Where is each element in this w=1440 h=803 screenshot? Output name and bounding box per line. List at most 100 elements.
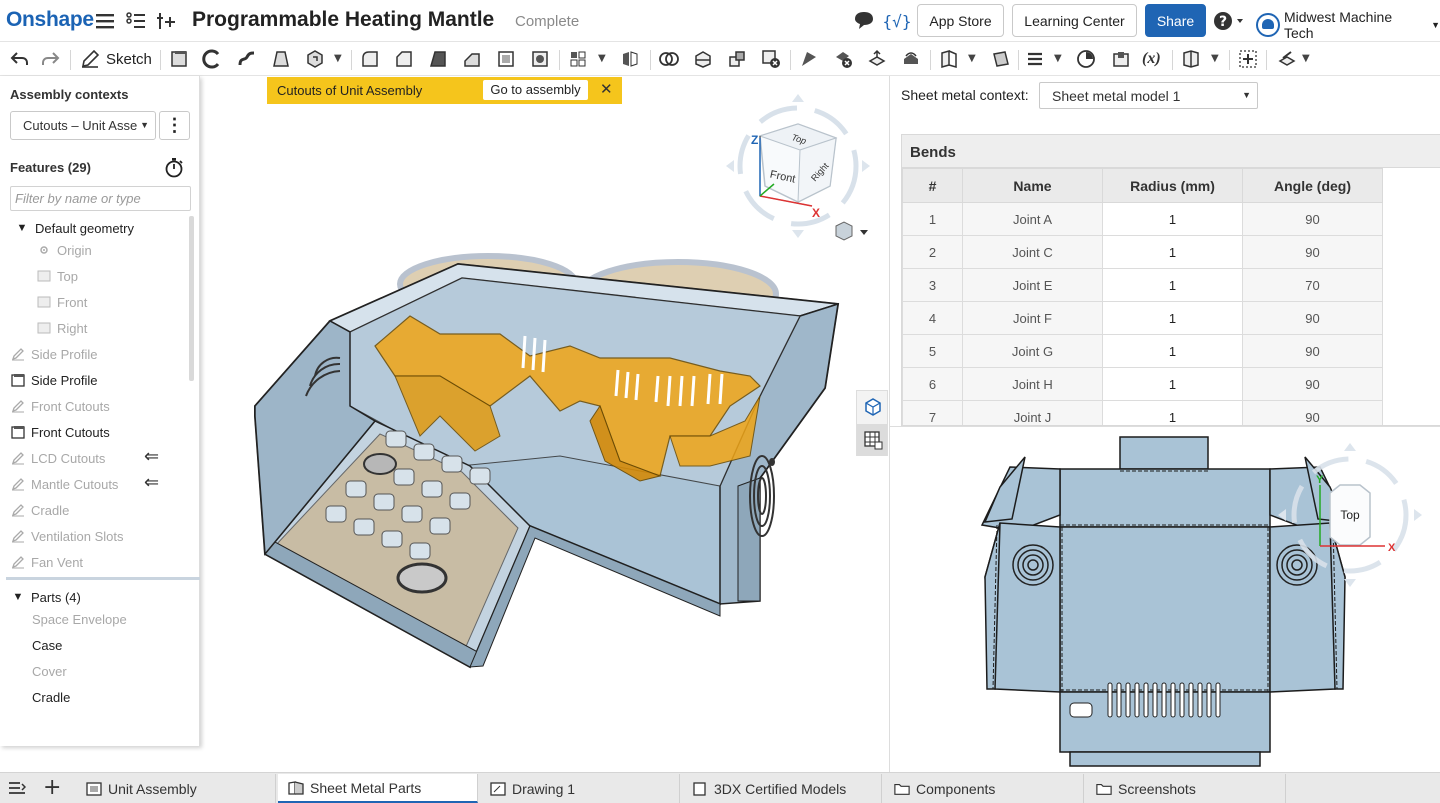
feature-plane-front[interactable]: Front [36,289,87,315]
mate-connector-icon[interactable] [1110,48,1132,70]
insert-icon[interactable] [156,10,178,32]
boolean-icon[interactable] [658,48,680,70]
pattern-icon[interactable] [567,48,589,70]
chamfer-icon[interactable] [393,48,415,70]
flat-pattern-drawing[interactable]: Top Y X [890,427,1440,773]
3d-view-toggle-icon[interactable] [863,397,883,421]
undo-icon[interactable] [8,48,30,70]
table-row[interactable]: 5 Joint G 1 90 [902,334,1383,368]
tab-drawing-1[interactable]: Drawing 1 [480,774,680,803]
variable-button[interactable]: (x) [1142,50,1161,68]
table-row[interactable]: 7 Joint J 1 90 [902,400,1383,425]
mirror-icon[interactable] [619,48,641,70]
sheet-metal-model-icon[interactable] [938,48,960,70]
table-row[interactable]: 1 Joint A 1 90 [902,202,1383,236]
extrude-icon[interactable] [168,48,190,70]
measure-icon[interactable] [1075,48,1097,70]
onshape-logo[interactable]: Onshape [6,8,94,32]
table-cell[interactable]: 1 [1102,268,1243,302]
derived-icon[interactable] [1180,48,1202,70]
chevron-down-icon[interactable]: ▼ [1054,53,1062,64]
revolve-icon[interactable] [201,48,223,70]
go-to-assembly-button[interactable]: Go to assembly [483,80,588,100]
chevron-down-icon[interactable]: ▼ [968,53,976,64]
column-header[interactable]: # [902,168,963,203]
sketch-button[interactable]: Sketch [80,48,152,70]
feature-sketch-fan-vent[interactable]: Fan Vent [10,549,83,575]
chevron-down-icon[interactable]: ▼ [1302,53,1310,64]
hole-icon[interactable] [529,48,551,70]
delete-part-icon[interactable] [760,48,782,70]
draft-icon[interactable] [427,48,449,70]
view-cube[interactable]: Top Front Right Z X [726,94,870,241]
assembly-context-select[interactable]: Cutouts – Unit Asse ▼ [10,111,156,140]
sweep-icon[interactable] [236,48,258,70]
replace-face-icon[interactable] [900,48,922,70]
tab-icon[interactable] [1024,48,1046,70]
feature-list-scrollbar[interactable] [189,216,194,381]
tab-screenshots[interactable]: Screenshots [1086,774,1286,803]
user-menu[interactable]: Midwest Machine Tech ▼ [1256,9,1440,41]
table-row[interactable]: 3 Joint E 1 70 [902,268,1383,302]
rib-icon[interactable] [461,48,483,70]
add-tab-icon[interactable]: + [43,775,61,800]
feature-list-icon[interactable] [125,10,147,32]
feature-plane-right[interactable]: Right [36,315,87,341]
tab-components[interactable]: Components [884,774,1084,803]
feature-sketch-cradle[interactable]: Cradle [10,497,69,523]
delete-face-icon[interactable] [832,48,854,70]
table-cell[interactable]: 1 [1102,400,1243,425]
column-header[interactable]: Name [962,168,1103,203]
add-custom-feature-icon[interactable] [1237,48,1259,70]
app-store-button[interactable]: App Store [917,4,1004,37]
part-item[interactable]: Cradle [32,684,70,710]
graphics-viewport[interactable]: Top Front Right Z X [200,76,889,772]
redo-icon[interactable] [40,48,62,70]
fillet-icon[interactable] [359,48,381,70]
column-header[interactable]: Radius (mm) [1102,168,1243,203]
variables-panel-icon[interactable]: {√} [883,10,912,32]
chevron-down-icon[interactable]: ▼ [334,53,342,64]
split-icon[interactable] [692,48,714,70]
document-title[interactable]: Programmable Heating Mantle [192,8,494,32]
table-cell[interactable]: 1 [1102,202,1243,236]
flat-pattern-view[interactable]: Top Y X [889,426,1440,772]
feature-sketch-mantle-cutouts[interactable]: Mantle Cutouts [10,471,118,497]
feature-extrude-side-profile[interactable]: Side Profile [10,367,97,393]
feature-origin[interactable]: Origin [36,237,92,263]
chevron-down-icon[interactable] [860,230,868,235]
feature-studio-icon[interactable] [1276,48,1298,70]
share-button[interactable]: Share [1145,4,1206,37]
stopwatch-icon[interactable] [164,158,184,178]
learning-center-button[interactable]: Learning Center [1012,4,1137,37]
part-item[interactable]: Cover [32,658,67,684]
column-header[interactable]: Angle (deg) [1242,168,1383,203]
table-cell[interactable]: 1 [1102,367,1243,401]
feature-sketch-lcd-cutouts[interactable]: LCD Cutouts [10,445,105,471]
flange-icon[interactable] [990,48,1012,70]
feature-extrude-front-cutouts[interactable]: Front Cutouts [10,419,110,445]
feature-sketch-ventilation-slots[interactable]: Ventilation Slots [10,523,124,549]
close-icon[interactable]: ✕ [600,80,613,98]
panel-divider[interactable] [6,577,200,580]
table-cell[interactable]: 1 [1102,301,1243,335]
feature-plane-top[interactable]: Top [36,263,78,289]
tab-sheet-metal-parts[interactable]: Sheet Metal Parts [278,774,478,803]
table-cell[interactable]: 1 [1102,235,1243,269]
tab-unit-assembly[interactable]: Unit Assembly [76,774,276,803]
help-icon[interactable]: ? [1213,10,1247,32]
shell-icon[interactable] [495,48,517,70]
table-row[interactable]: 4 Joint F 1 90 [902,301,1383,335]
context-menu-kebab-icon[interactable]: ⋮ [159,111,190,140]
comments-icon[interactable] [853,10,875,32]
sheet-metal-model-select[interactable]: Sheet metal model 1 ▼ [1039,82,1258,109]
loft-icon[interactable] [270,48,292,70]
chevron-down-icon[interactable]: ▼ [1211,53,1219,64]
modify-fillet-icon[interactable] [798,48,820,70]
feature-sketch-side-profile[interactable]: Side Profile [10,341,97,367]
case-3d-model[interactable]: Top Front Right Z X [200,76,889,772]
part-item[interactable]: Space Envelope [32,606,127,632]
table-cell[interactable]: 1 [1102,334,1243,368]
tab-manager-icon[interactable] [8,780,27,800]
tab-3dx-certified-models[interactable]: 3DX Certified Models [682,774,882,803]
